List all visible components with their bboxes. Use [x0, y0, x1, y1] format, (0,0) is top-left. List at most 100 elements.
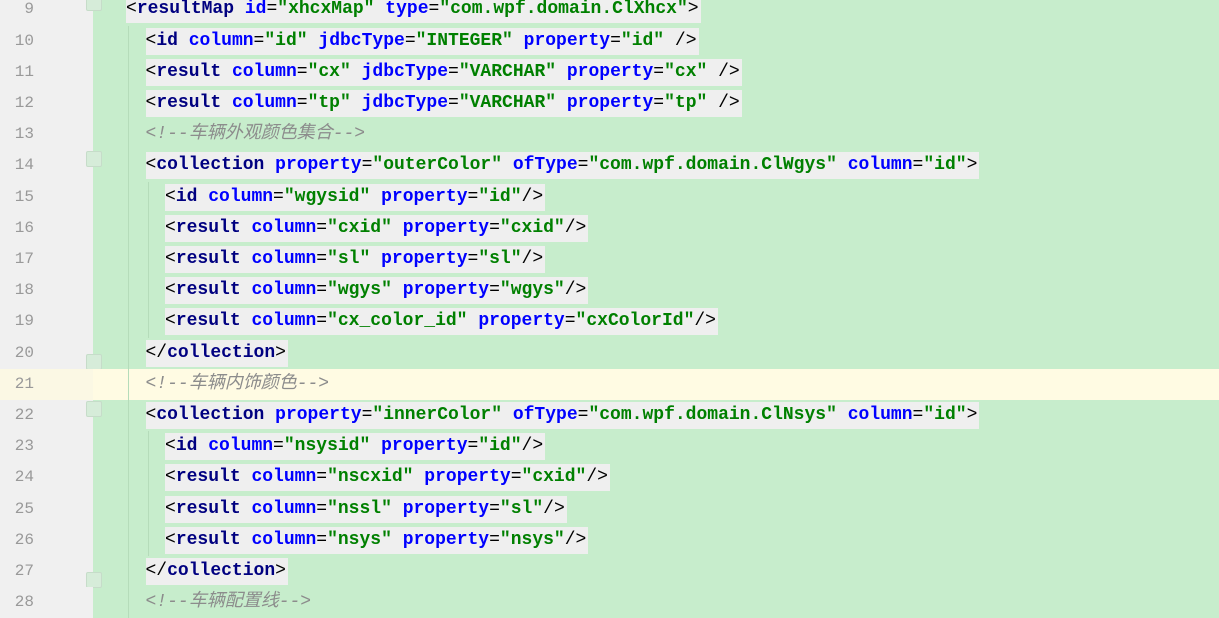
token-val: "nssl"	[327, 498, 392, 519]
code-area[interactable]: </collection>	[93, 556, 1219, 588]
token-punct: >	[275, 561, 286, 581]
code-line[interactable]: 26 <result column="nsys" property="nsys"/…	[0, 524, 1219, 556]
token-val: "nsysid"	[283, 436, 371, 457]
gutter[interactable]: 23	[0, 431, 93, 463]
code-line[interactable]: 25 <result column="nssl" property="sl"/>	[0, 493, 1219, 525]
code-line[interactable]: 24 <result column="nscxid" property="cxid…	[0, 462, 1219, 494]
code-line[interactable]: 16 <result column="cxid" property="cxid"/…	[0, 212, 1219, 244]
gutter[interactable]: 27	[0, 556, 102, 588]
code-area[interactable]: <result column="cx_color_id" property="c…	[93, 306, 1219, 338]
token-attr: type	[385, 0, 429, 20]
code-area[interactable]: <!--车辆外观颜色集合-->	[93, 119, 1219, 151]
token-punct: <	[145, 405, 157, 425]
token-punct: />	[564, 529, 587, 550]
code-area[interactable]: <id column="nsysid" property="id"/>	[93, 431, 1219, 463]
gutter[interactable]: 16	[0, 212, 93, 244]
token-punct	[392, 280, 403, 300]
gutter[interactable]: 19	[0, 306, 93, 338]
code-line[interactable]: 12 <result column="tp" jdbcType="VARCHAR"…	[0, 88, 1219, 120]
line-number: 23	[14, 437, 34, 456]
code-line[interactable]: 23 <id column="nsysid" property="id"/>	[0, 431, 1219, 463]
token-attr: column	[251, 529, 317, 550]
token-punct: =	[316, 280, 328, 301]
code-area[interactable]: <id column="wgysid" property="id"/>	[93, 181, 1219, 213]
code-text: <result column="cxid" property="cxid"/>	[165, 214, 589, 242]
code-line[interactable]: 15 <id column="wgysid" property="id"/>	[0, 181, 1219, 213]
token-punct: =	[428, 0, 440, 20]
code-area[interactable]: </collection>	[93, 337, 1219, 369]
code-line[interactable]: 18 <result column="wgys" property="wgys"/…	[0, 275, 1219, 307]
code-area[interactable]: <collection property="innerColor" ofType…	[93, 400, 1219, 432]
token-punct: =	[361, 405, 373, 425]
code-line[interactable]: 10 <id column="id" jdbcType="INTEGER" pro…	[0, 25, 1219, 57]
token-attr: column	[208, 186, 274, 207]
gutter[interactable]: 22	[0, 400, 102, 432]
code-area[interactable]: <result column="sl" property="sl"/>	[93, 244, 1219, 276]
token-val: "com.wpf.domain.ClWgys"	[588, 155, 837, 176]
token-attr: column	[251, 249, 317, 269]
token-punct	[413, 467, 424, 487]
code-area[interactable]: <resultMap id="xhcxMap" type="com.wpf.do…	[93, 0, 1219, 26]
code-area[interactable]: <!--车辆内饰颜色-->	[93, 368, 1219, 400]
code-comment: <!--车辆内饰颜色-->	[146, 371, 332, 398]
code-editor[interactable]: 9 <resultMap id="xhcxMap" type="com.wpf.d…	[0, 0, 1219, 618]
token-punct: </	[145, 342, 168, 363]
token-punct: =	[610, 30, 621, 51]
gutter[interactable]: 11	[0, 56, 93, 88]
gutter[interactable]: 12	[0, 88, 93, 120]
token-punct: =	[912, 405, 924, 425]
gutter[interactable]: 26	[0, 524, 93, 556]
gutter[interactable]: 14	[0, 150, 102, 182]
code-line[interactable]: 28 <!--车辆配置线-->	[0, 587, 1219, 618]
token-punct: =	[489, 529, 500, 550]
gutter[interactable]: 17	[0, 244, 93, 276]
gutter[interactable]: 21	[0, 368, 93, 400]
token-val: "tp"	[307, 93, 351, 113]
gutter[interactable]: 18	[0, 275, 93, 307]
code-line[interactable]: 9 <resultMap id="xhcxMap" type="com.wpf.d…	[0, 0, 1219, 26]
code-line[interactable]: 11 <result column="cx" jdbcType="VARCHAR"…	[0, 56, 1219, 88]
code-line[interactable]: 13 <!--车辆外观颜色集合-->	[0, 119, 1219, 151]
token-punct	[241, 499, 252, 519]
code-area[interactable]: <result column="tp" jdbcType="VARCHAR" p…	[93, 88, 1219, 120]
code-line[interactable]: 14 <collection property="outerColor" ofTy…	[0, 150, 1219, 182]
code-area[interactable]: <result column="nssl" property="sl"/>	[93, 493, 1219, 525]
code-line[interactable]: 21 <!--车辆内饰颜色-->	[0, 368, 1219, 400]
gutter[interactable]: 25	[0, 493, 93, 525]
token-punct: />	[521, 436, 544, 457]
code-comment: <!--车辆配置线-->	[146, 589, 314, 616]
code-area[interactable]: <result column="nsys" property="nsys"/>	[93, 524, 1219, 556]
token-punct	[374, 0, 385, 19]
code-line[interactable]: 19 <result column="cx_color_id" property=…	[0, 306, 1219, 338]
code-line[interactable]: 17 <result column="sl" property="sl"/>	[0, 244, 1219, 276]
code-line[interactable]: 22 <collection property="innerColor" ofTy…	[0, 400, 1219, 432]
line-number: 22	[14, 406, 34, 424]
code-area[interactable]: <result column="cxid" property="cxid"/>	[93, 212, 1219, 244]
code-area[interactable]: <collection property="outerColor" ofType…	[93, 150, 1219, 182]
gutter[interactable]: 24	[0, 462, 93, 494]
token-punct	[197, 436, 208, 456]
gutter[interactable]: 13	[0, 119, 93, 151]
code-area[interactable]: <!--车辆配置线-->	[93, 587, 1219, 618]
token-tag: result	[175, 217, 241, 238]
code-area[interactable]: <result column="nscxid" property="cxid"/…	[93, 462, 1219, 494]
token-punct: />	[521, 186, 544, 207]
token-punct	[392, 530, 403, 550]
token-punct: =	[577, 155, 589, 176]
token-attr: column	[251, 498, 317, 519]
gutter[interactable]: 15	[0, 181, 93, 213]
gutter[interactable]: 9	[0, 0, 102, 26]
code-text: <result column="nssl" property="sl"/>	[165, 495, 567, 523]
code-line[interactable]: 27 </collection>	[0, 556, 1219, 588]
token-punct: >	[966, 155, 978, 176]
code-area[interactable]: <result column="cx" jdbcType="VARCHAR" p…	[93, 56, 1219, 88]
gutter[interactable]: 28	[0, 587, 93, 618]
indent-guide	[128, 431, 129, 463]
token-val: "nsys"	[327, 529, 392, 550]
gutter[interactable]: 20	[0, 337, 102, 370]
code-area[interactable]: <result column="wgys" property="wgys"/>	[93, 275, 1219, 307]
code-area[interactable]: <id column="id" jdbcType="INTEGER" prope…	[93, 25, 1219, 57]
code-line[interactable]: 20 </collection>	[0, 337, 1219, 370]
gutter[interactable]: 10	[0, 25, 93, 57]
token-punct: =	[912, 155, 924, 176]
